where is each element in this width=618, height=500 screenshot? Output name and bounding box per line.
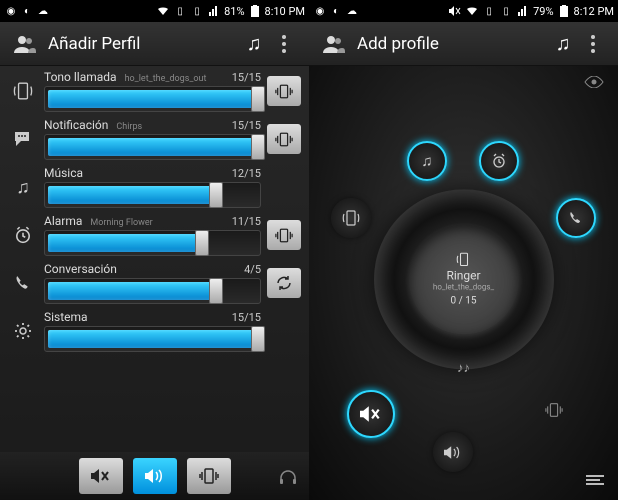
music-orbit-button[interactable]: ♫: [407, 141, 447, 181]
page-title: Añadir Perfil: [48, 34, 239, 54]
bottom-bar: [0, 452, 309, 500]
dial-count: 0 / 15: [451, 295, 477, 306]
equalizer-icon[interactable]: [586, 474, 604, 486]
vibrate-orbit-button[interactable]: [538, 394, 570, 426]
volume-slider[interactable]: [44, 86, 261, 112]
sim2-icon: ▯: [190, 4, 204, 18]
music-icon: ♫: [8, 177, 38, 198]
sim2-icon: ▯: [499, 4, 513, 18]
status-bar: ◉ ◐ ☁ ▯ ▯ 81% 8:10 PM: [0, 0, 309, 22]
time: 8:10 PM: [265, 5, 305, 18]
row-label: Sistema: [44, 310, 88, 324]
volume-dial[interactable]: Ringer ho_let_the_dogs_ 0 / 15: [374, 189, 554, 369]
row-label: Tono llamada: [44, 70, 117, 84]
phone-icon: [8, 275, 38, 291]
menu-button[interactable]: [578, 35, 608, 53]
alarm-icon: [8, 226, 38, 244]
signal-icon: [207, 4, 221, 18]
cloud-icon: ☁: [36, 4, 50, 18]
menu-button[interactable]: [269, 35, 299, 53]
music-note-icon[interactable]: ♫: [239, 31, 269, 56]
dial-label: Ringer: [446, 268, 480, 282]
battery-pct: 81%: [224, 5, 244, 18]
app-bar: Add profile ♫: [309, 22, 618, 66]
alarm-orbit-button[interactable]: [479, 141, 519, 181]
dial-tone: ho_let_the_dogs_: [433, 282, 494, 291]
sound-orbit-button[interactable]: [433, 432, 473, 472]
row-value: 15/15: [232, 71, 261, 84]
row-tone: Chirps: [116, 122, 231, 132]
volume-slider[interactable]: [44, 182, 261, 208]
volume-row-music: ♫ Música 12/15: [8, 166, 301, 208]
vibrate-button[interactable]: [267, 76, 301, 106]
row-tone: ho_let_the_dogs_out: [125, 74, 232, 84]
cloud-icon: ☁: [345, 4, 359, 18]
volume-slider[interactable]: [44, 326, 261, 352]
sound-button[interactable]: [133, 458, 177, 494]
battery-icon: [557, 4, 571, 18]
refresh-button[interactable]: [267, 268, 301, 298]
time: 8:12 PM: [574, 5, 614, 18]
vibrate-button[interactable]: [267, 124, 301, 154]
volume-slider[interactable]: [44, 134, 261, 160]
row-label: Alarma: [44, 214, 82, 228]
dial-center[interactable]: Ringer ho_let_the_dogs_ 0 / 15: [409, 224, 519, 334]
gear-icon: [8, 322, 38, 340]
mute-button[interactable]: [79, 458, 123, 494]
vibrate-button[interactable]: [187, 458, 231, 494]
app-icon: ◐: [20, 4, 34, 18]
row-tone: Morning Flower: [90, 218, 231, 228]
row-value: 4/5: [244, 263, 261, 276]
row-value: 11/15: [232, 215, 261, 228]
wifi-icon: [465, 4, 479, 18]
eye-icon[interactable]: [584, 76, 604, 88]
ringer-orbit-button[interactable]: [331, 198, 371, 238]
profiles-icon[interactable]: [10, 35, 40, 53]
vibrate-button[interactable]: [267, 220, 301, 250]
ringer-icon: [8, 82, 38, 100]
sim1-icon: ▯: [173, 4, 187, 18]
wifi-icon: [156, 4, 170, 18]
row-value: 15/15: [232, 119, 261, 132]
battery-pct: 79%: [533, 5, 553, 18]
profiles-icon[interactable]: [319, 35, 349, 53]
volume-slider[interactable]: [44, 278, 261, 304]
battery-icon: [248, 4, 262, 18]
page-title: Add profile: [357, 34, 548, 54]
signal-icon: [516, 4, 530, 18]
notes-icon: ♪♪: [457, 360, 470, 376]
row-value: 15/15: [232, 311, 261, 324]
volume-slider[interactable]: [44, 230, 261, 256]
volume-row-gear: Sistema 15/15: [8, 310, 301, 352]
volume-row-notification: Notificación Chirps15/15: [8, 118, 301, 160]
row-label: Música: [44, 166, 83, 180]
whatsapp-icon: ◉: [4, 4, 18, 18]
volume-row-alarm: Alarma Morning Flower11/15: [8, 214, 301, 256]
row-label: Conversación: [44, 262, 117, 276]
call-orbit-button[interactable]: [556, 198, 596, 238]
mute-orbit-button[interactable]: [347, 390, 395, 438]
app-bar: Añadir Perfil ♫: [0, 22, 309, 66]
whatsapp-icon: ◉: [313, 4, 327, 18]
status-bar: ◉ ◐ ☁ ▯ ▯ 79% 8:12 PM: [309, 0, 618, 22]
volume-row-ringer: Tono llamada ho_let_the_dogs_out15/15: [8, 70, 301, 112]
sim1-icon: ▯: [482, 4, 496, 18]
volume-row-phone: Conversación 4/5: [8, 262, 301, 304]
app-icon: ◐: [329, 4, 343, 18]
headphone-icon[interactable]: [279, 468, 297, 486]
row-label: Notificación: [44, 118, 108, 132]
row-value: 12/15: [232, 167, 261, 180]
music-note-icon[interactable]: ♫: [548, 31, 578, 56]
mute-status-icon: [448, 4, 462, 18]
notification-icon: [8, 131, 38, 147]
